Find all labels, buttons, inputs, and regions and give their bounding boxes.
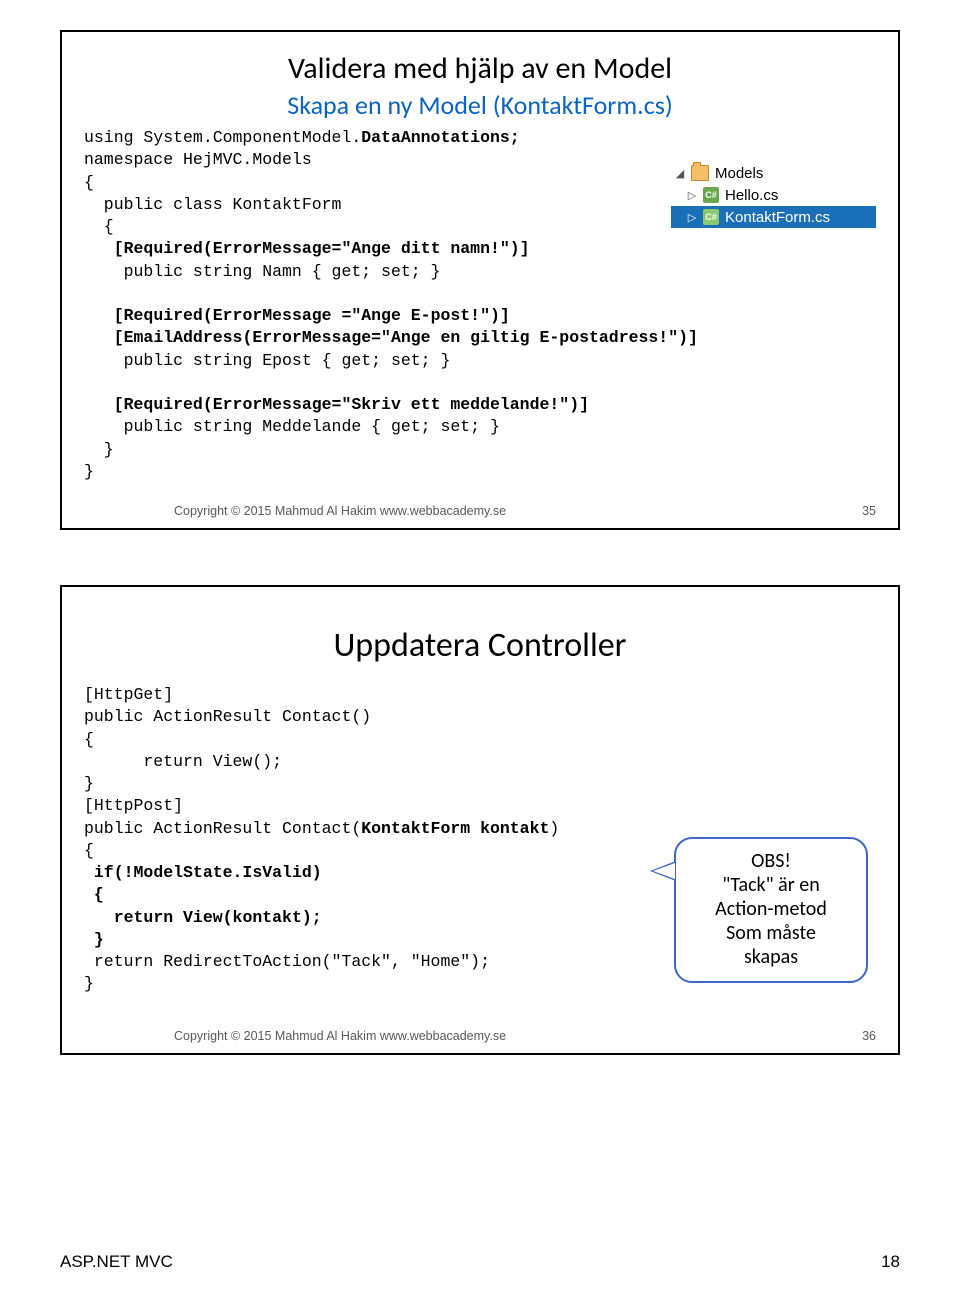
page-footer-right: 18 xyxy=(881,1252,900,1272)
callout-l4: Som måste xyxy=(686,921,856,945)
explorer-file1-row[interactable]: ▷ C# Hello.cs xyxy=(671,184,876,206)
slide2-number: 36 xyxy=(862,1029,876,1043)
slide2-copyright: Copyright © 2015 Mahmud Al Hakim www.web… xyxy=(174,1029,506,1043)
slide1-footer: Copyright © 2015 Mahmud Al Hakim www.web… xyxy=(84,504,876,518)
folder-icon xyxy=(691,165,709,181)
slide1-copyright: Copyright © 2015 Mahmud Al Hakim www.web… xyxy=(174,504,506,518)
explorer-file2-row[interactable]: ▷ C# KontaktForm.cs xyxy=(671,206,876,228)
solution-explorer: ◢ Models ▷ C# Hello.cs ▷ C# KontaktForm.… xyxy=(671,162,876,228)
slide2-title: Uppdatera Controller xyxy=(84,625,876,666)
page: Validera med hjälp av en Model Skapa en … xyxy=(0,0,960,1294)
callout-note: OBS! "Tack" är en Action-metod Som måste… xyxy=(674,837,868,983)
expand-icon[interactable]: ▷ xyxy=(685,211,699,224)
explorer-file1: Hello.cs xyxy=(723,187,778,204)
expand-icon[interactable]: ▷ xyxy=(685,189,699,202)
callout-l5: skapas xyxy=(686,945,856,969)
csharp-icon: C# xyxy=(703,187,719,203)
callout-l1: OBS! xyxy=(686,849,856,873)
slide-1: Validera med hjälp av en Model Skapa en … xyxy=(60,30,900,530)
slide2-footer: Copyright © 2015 Mahmud Al Hakim www.web… xyxy=(84,1029,876,1043)
slide1-title: Validera med hjälp av en Model xyxy=(84,52,876,85)
page-footer: ASP.NET MVC 18 xyxy=(60,1252,900,1272)
slide-2: Uppdatera Controller [HttpGet]public Act… xyxy=(60,585,900,1055)
explorer-folder: Models xyxy=(713,165,763,182)
slide1-subtitle: Skapa en ny Model (KontaktForm.cs) xyxy=(84,89,876,121)
callout-l2: "Tack" är en xyxy=(686,873,856,897)
collapse-icon[interactable]: ◢ xyxy=(673,167,687,180)
explorer-file2: KontaktForm.cs xyxy=(723,209,830,226)
csharp-icon: C# xyxy=(703,209,719,225)
explorer-folder-row[interactable]: ◢ Models xyxy=(671,162,876,184)
slide1-number: 35 xyxy=(862,504,876,518)
callout-l3: Action-metod xyxy=(686,897,856,921)
page-footer-left: ASP.NET MVC xyxy=(60,1252,173,1272)
callout-tail-icon xyxy=(650,861,676,881)
